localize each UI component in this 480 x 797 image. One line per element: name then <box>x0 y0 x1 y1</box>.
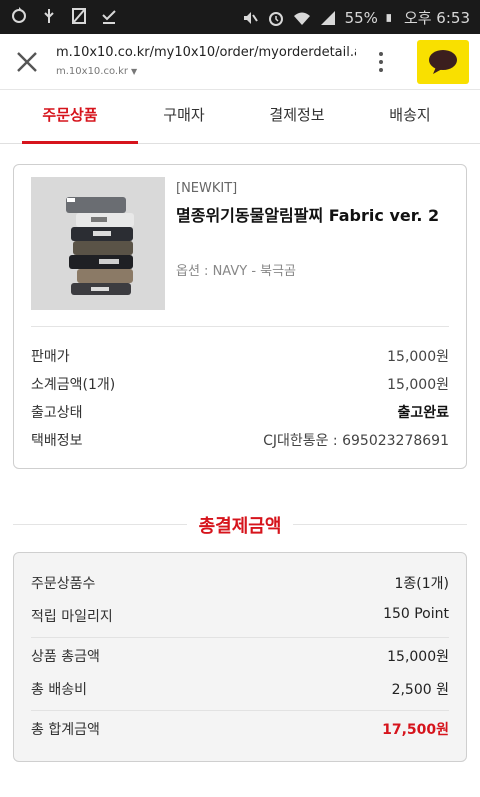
detail-row-subtotal: 소계금액(1개) 15,000원 <box>31 374 449 396</box>
tab-buyer[interactable]: 구매자 <box>124 92 244 144</box>
no-sim-icon <box>72 8 86 24</box>
chat-bubble-icon <box>429 50 457 74</box>
grand-total-value: 17,500원 <box>382 722 449 738</box>
summary-value: 1종(1개) <box>394 576 450 592</box>
url-domain: m.10x10.co.kr ▼ <box>56 66 137 77</box>
summary-label: 총 합계금액 <box>31 722 100 738</box>
sync-icon <box>12 7 26 23</box>
shipping-status-value: 출고완료 <box>397 405 449 421</box>
bracelet-image <box>31 177 165 310</box>
detail-value: 15,000원 <box>387 349 449 365</box>
detail-label: 소계금액(1개) <box>31 377 116 393</box>
usb-icon <box>44 9 54 23</box>
url-text[interactable]: m.10x10.co.kr/my10x10/order/myorderdetai… <box>56 45 356 60</box>
summary-label: 주문상품수 <box>31 576 96 592</box>
detail-row-price: 판매가 15,000원 <box>31 346 449 368</box>
alarm-icon <box>268 11 283 26</box>
summary-row-mileage: 적립 마일리지 150 Point <box>31 606 449 628</box>
product-name[interactable]: 멸종위기동물알림팔찌 Fabric ver. 2 <box>176 204 446 228</box>
battery-icon <box>386 13 391 22</box>
summary-value: 2,500 원 <box>391 682 449 698</box>
battery-text: 55% <box>344 8 378 27</box>
product-brand: [NEWKIT] <box>176 181 238 196</box>
summary-value: 150 Point <box>383 606 449 622</box>
product-image[interactable] <box>31 177 165 310</box>
detail-label: 택배정보 <box>31 433 83 449</box>
summary-label: 총 배송비 <box>31 682 87 698</box>
product-option: 옵션 : NAVY - 북극곰 <box>176 264 297 279</box>
detail-label: 판매가 <box>31 349 70 365</box>
kakao-share-button[interactable] <box>417 40 469 84</box>
domain-text: m.10x10.co.kr <box>56 66 128 77</box>
tracking-number-link[interactable]: CJ대한통운 : 695023278691 <box>263 430 449 450</box>
tab-payment-info[interactable]: 결제정보 <box>237 92 357 144</box>
detail-label: 출고상태 <box>31 405 83 421</box>
total-title-text: 총결제금액 <box>186 516 294 537</box>
wifi-icon <box>293 12 310 25</box>
detail-row-shipping-status: 출고상태 출고완료 <box>31 402 449 424</box>
order-tabs: 주문상품 구매자 결제정보 배송지 <box>0 92 480 144</box>
divider <box>31 637 449 638</box>
status-bar: 55% 오후 6:53 <box>0 0 480 34</box>
summary-row-grand-total: 총 합계금액 17,500원 <box>31 719 449 741</box>
divider <box>31 326 449 327</box>
mute-icon <box>243 11 258 24</box>
total-section-header: 총결제금액 <box>13 512 467 538</box>
chevron-down-icon: ▼ <box>131 67 138 76</box>
payment-summary: 주문상품수 1종(1개) 적립 마일리지 150 Point 상품 총금액 15… <box>13 552 467 762</box>
close-icon[interactable] <box>12 47 42 77</box>
summary-label: 상품 총금액 <box>31 649 100 665</box>
summary-row-product-total: 상품 총금액 15,000원 <box>31 646 449 668</box>
summary-value: 15,000원 <box>387 649 449 665</box>
browser-url-bar: m.10x10.co.kr/my10x10/order/myorderdetai… <box>0 34 480 90</box>
total-title: 총결제금액 <box>13 512 467 538</box>
signal-icon <box>320 10 335 25</box>
detail-value: 15,000원 <box>387 377 449 393</box>
system-status: 55% 오후 6:53 <box>241 7 470 28</box>
more-vert-icon[interactable] <box>370 48 392 76</box>
summary-row-shipping-fee: 총 배송비 2,500 원 <box>31 679 449 701</box>
tab-shipping[interactable]: 배송지 <box>350 92 470 144</box>
summary-row-item-count: 주문상품수 1종(1개) <box>31 573 449 595</box>
detail-row-courier: 택배정보 CJ대한통운 : 695023278691 <box>31 430 449 452</box>
product-card: [NEWKIT] 멸종위기동물알림팔찌 Fabric ver. 2 옵션 : N… <box>13 164 467 469</box>
summary-label: 적립 마일리지 <box>31 609 113 625</box>
clock: 오후 6:53 <box>403 9 470 27</box>
notification-icons <box>10 7 118 25</box>
download-done-icon <box>102 10 116 24</box>
divider <box>31 710 449 711</box>
tab-ordered-items[interactable]: 주문상품 <box>10 92 138 144</box>
